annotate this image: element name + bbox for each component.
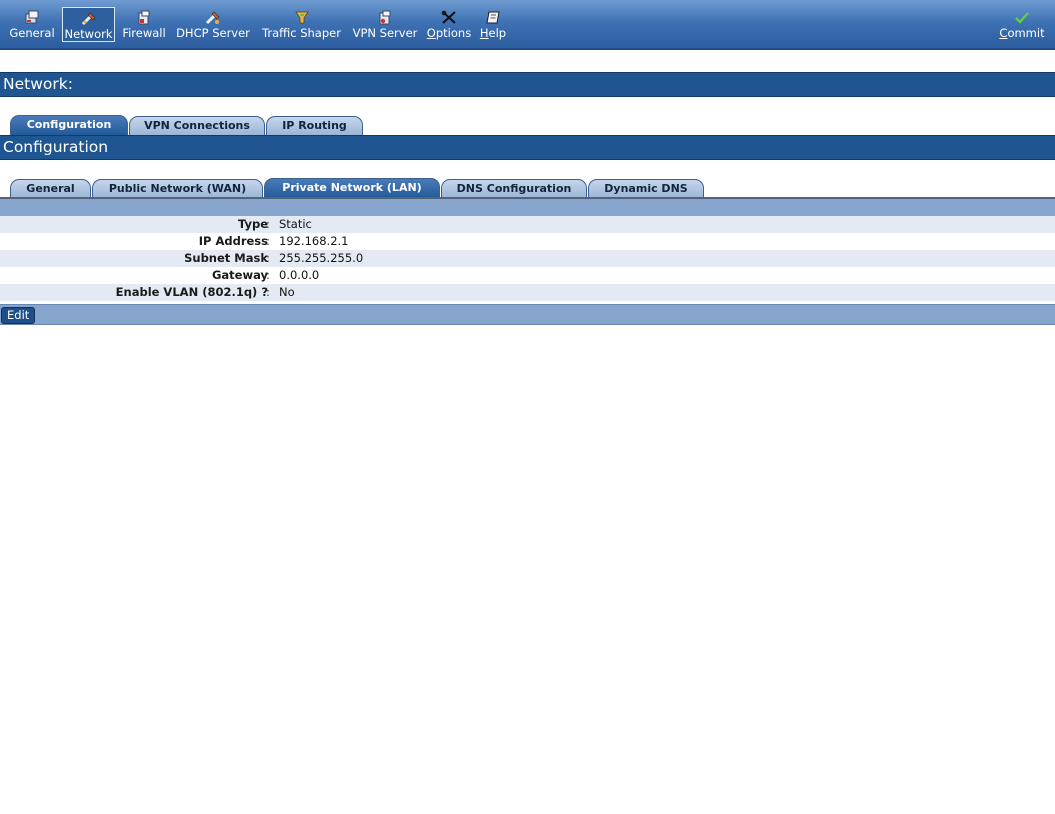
table-row: Enable VLAN (802.1q) ? : No [0, 284, 1055, 301]
toolbar-firewall[interactable]: Firewall [120, 7, 168, 42]
toolbar-help[interactable]: Help [478, 7, 508, 42]
toolbar-label: VPN Server [352, 26, 418, 40]
commit-accelerator: C [999, 26, 1008, 40]
checkmark-icon [996, 10, 1048, 25]
tab-private-network-lan[interactable]: Private Network (LAN) [264, 178, 440, 198]
toolbar-label: Network [64, 27, 113, 41]
toolbar-general[interactable]: General [8, 7, 56, 42]
firewall-icon [120, 10, 168, 25]
sub-tab-strip: General Public Network (WAN) Private Net… [0, 177, 1055, 198]
field-label: IP Address [198, 234, 268, 248]
toolbar-dhcp-server[interactable]: DHCP Server [173, 7, 253, 42]
field-value: 0.0.0.0 [279, 268, 320, 282]
tab-general[interactable]: General [10, 179, 91, 198]
field-label: Type [237, 217, 268, 231]
traffic-shaper-icon [259, 10, 344, 25]
tab-configuration[interactable]: Configuration [10, 115, 128, 135]
toolbar-label: Options [426, 26, 472, 40]
edit-button[interactable]: Edit [1, 307, 36, 324]
toolbar-options[interactable]: Options [426, 7, 472, 42]
field-label: Enable VLAN (802.1q) ? [115, 285, 268, 299]
tab-dynamic-dns[interactable]: Dynamic DNS [588, 179, 704, 198]
toolbar-label: General [9, 26, 55, 40]
field-label: Subnet Mask [184, 251, 268, 265]
toolbar-label: DHCP Server [176, 26, 250, 40]
toolbar-network[interactable]: Network [62, 7, 115, 42]
table-row: Gateway : 0.0.0.0 [0, 267, 1055, 284]
field-separator: : [266, 285, 270, 299]
field-separator: : [266, 268, 270, 282]
tab-dns-configuration[interactable]: DNS Configuration [441, 179, 587, 198]
field-label: Gateway [211, 268, 268, 282]
field-value: Static [279, 217, 312, 231]
table-row: Subnet Mask : 255.255.255.0 [0, 250, 1055, 267]
toolbar-label: Traffic Shaper [262, 26, 341, 40]
toolbar-label: Commit [999, 26, 1045, 40]
field-value: No [279, 285, 295, 299]
toolbar-vpn-server[interactable]: VPN Server [350, 7, 420, 42]
tab-ip-routing[interactable]: IP Routing [266, 116, 363, 135]
help-accelerator: H [479, 26, 489, 40]
table-row: IP Address : 192.168.2.1 [0, 233, 1055, 250]
toolbar-label: Help [479, 26, 507, 40]
top-tab-strip: Configuration VPN Connections IP Routing [0, 114, 1055, 135]
tab-vpn-connections[interactable]: VPN Connections [129, 116, 265, 135]
page-title: Network: [0, 72, 1055, 97]
table-row: Type : Static [0, 216, 1055, 233]
options-accelerator: O [426, 26, 436, 40]
field-value: 192.168.2.1 [279, 234, 349, 248]
toolbar-commit[interactable]: Commit [996, 7, 1048, 42]
help-icon [478, 10, 508, 25]
main-toolbar: General Network Firewall DHCP Server Tra… [0, 0, 1055, 50]
vpn-server-icon [350, 10, 420, 25]
field-value: 255.255.255.0 [279, 251, 364, 265]
table-header-band [0, 199, 1055, 216]
field-separator: : [266, 217, 270, 231]
field-separator: : [266, 234, 270, 248]
toolbar-label: Firewall [122, 26, 166, 40]
dhcp-server-icon [173, 10, 253, 25]
options-icon [426, 10, 472, 25]
general-icon [8, 10, 56, 25]
table-footer-band: Edit [0, 304, 1055, 325]
toolbar-traffic-shaper[interactable]: Traffic Shaper [259, 7, 344, 42]
tab-public-network-wan[interactable]: Public Network (WAN) [92, 179, 263, 198]
section-title: Configuration [0, 135, 1055, 160]
network-icon [63, 11, 114, 26]
field-separator: : [266, 251, 270, 265]
